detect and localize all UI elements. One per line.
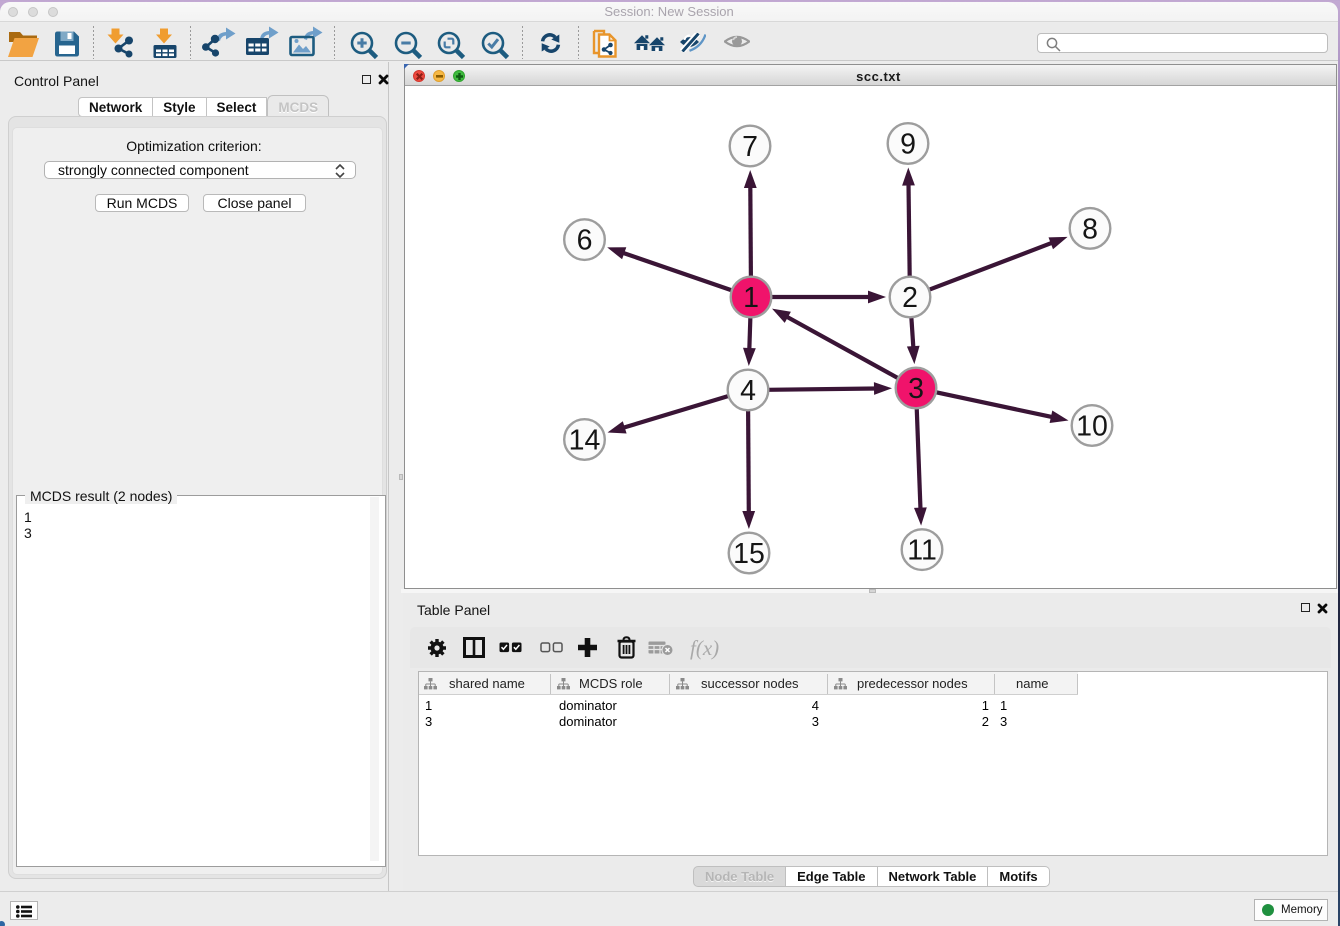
svg-text:4: 4	[740, 375, 756, 407]
svg-text:15: 15	[733, 538, 765, 570]
svg-text:1: 1	[743, 282, 759, 314]
svg-text:2: 2	[902, 282, 918, 314]
svg-text:3: 3	[908, 373, 924, 405]
svg-text:11: 11	[907, 535, 937, 567]
svg-text:6: 6	[577, 225, 593, 257]
svg-text:8: 8	[1082, 213, 1098, 245]
svg-text:7: 7	[742, 131, 758, 163]
svg-text:14: 14	[569, 425, 601, 457]
svg-text:9: 9	[900, 129, 916, 161]
svg-text:10: 10	[1076, 411, 1108, 443]
